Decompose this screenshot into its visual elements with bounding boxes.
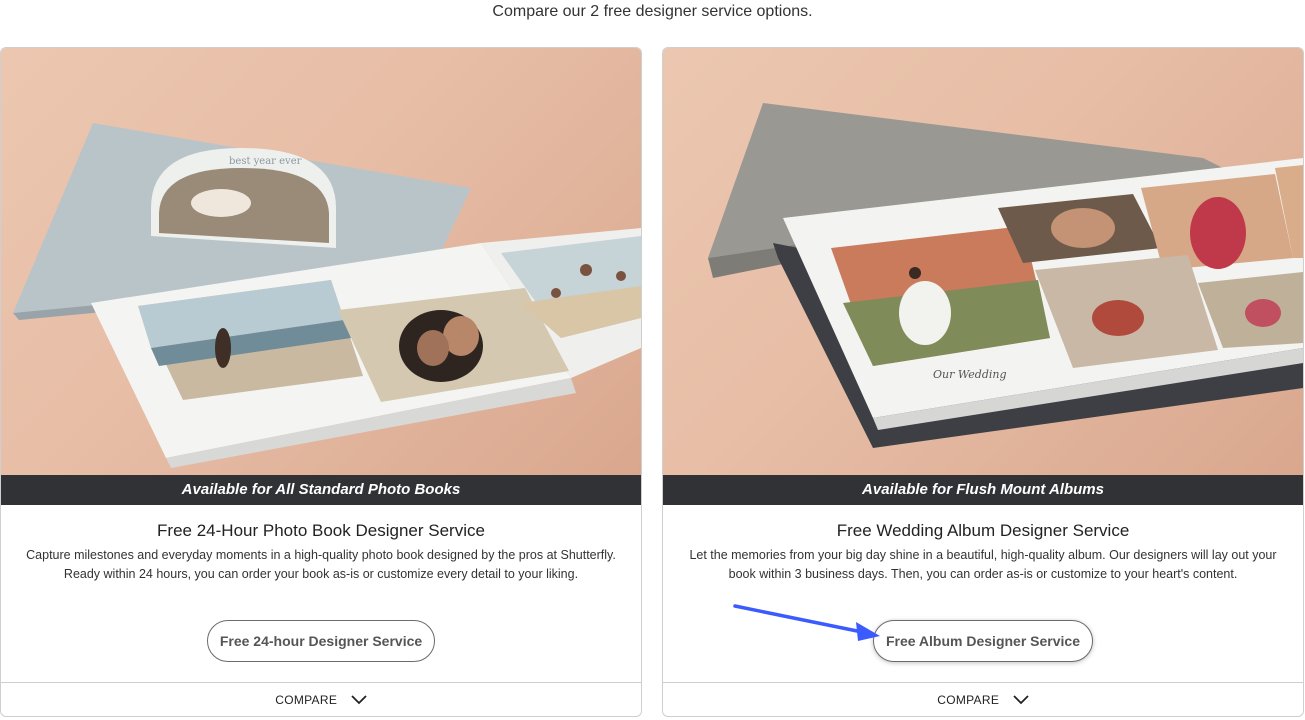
compare-toggle[interactable]: COMPARE [663,682,1303,716]
photo-book-service-card: best year ever Available for All Standar… [0,47,642,717]
compare-toggle[interactable]: COMPARE [1,682,641,716]
chevron-down-icon [351,695,367,705]
album-caption-text: Our Wedding [933,368,1007,381]
annotation-arrow-icon [733,604,880,641]
card-description: Let the memories from your big day shine… [689,548,1277,581]
card-title: Free Wedding Album Designer Service [836,521,1130,540]
section-heading: Compare our 2 free designer service opti… [492,3,813,20]
photo-book-image: best year ever [1,48,641,475]
wedding-album-image: Our Wedding [663,48,1303,475]
free-24-hour-designer-button[interactable]: Free 24-hour Designer Service [207,620,435,662]
card-description: Capture milestones and everyday moments … [26,548,616,581]
free-album-designer-button[interactable]: Free Album Designer Service [873,620,1093,662]
availability-banner: Available for Flush Mount Albums [663,475,1303,505]
compare-label: COMPARE [275,693,338,707]
availability-banner: Available for All Standard Photo Books [1,475,641,505]
chevron-down-icon [1013,695,1029,705]
cover-text: best year ever [229,156,302,167]
compare-label: COMPARE [937,693,1000,707]
card-title: Free 24-Hour Photo Book Designer Service [157,521,485,540]
